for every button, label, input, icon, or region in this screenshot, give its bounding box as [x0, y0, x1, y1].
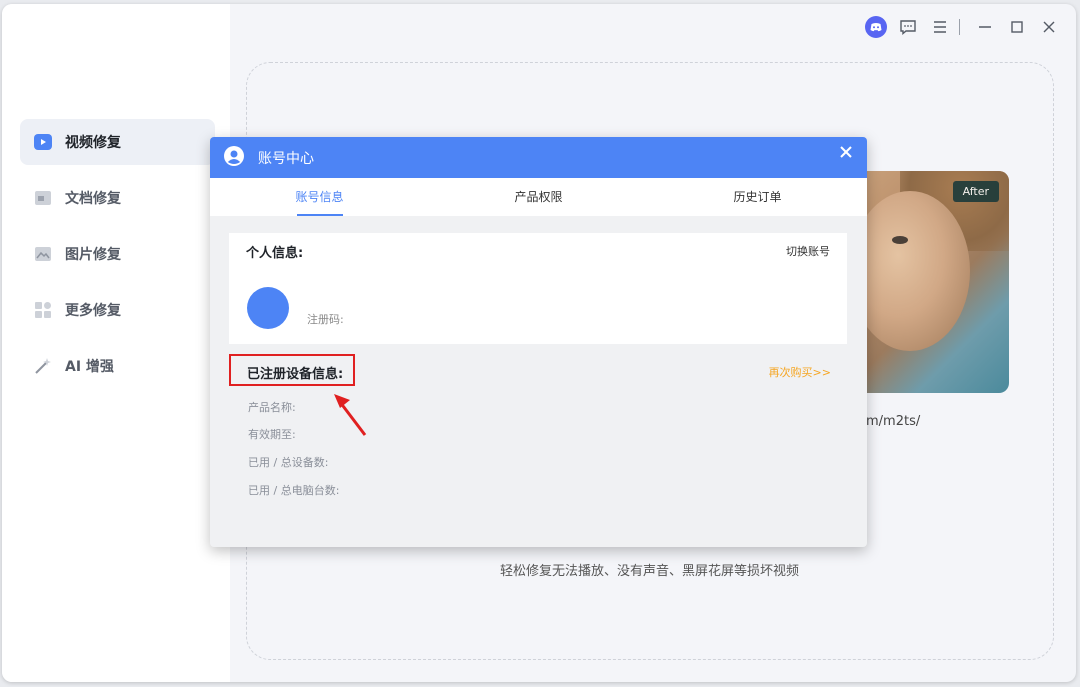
expiry-date-label: 有效期至:	[248, 428, 296, 441]
sidebar: 视频修复 文档修复 图片修复 更多修复 AI 增强	[2, 4, 230, 682]
registered-device-title: 已注册设备信息:	[247, 367, 344, 382]
avatar	[247, 287, 289, 329]
annotation-arrow-icon	[334, 394, 367, 436]
personal-info-card: 个人信息: 切换账号 注册码:	[229, 233, 847, 344]
minimize-icon[interactable]	[972, 14, 998, 40]
rebuy-link[interactable]: 再次购买>>	[769, 364, 831, 380]
dialog-close-icon[interactable]	[837, 143, 855, 161]
close-icon[interactable]	[1036, 14, 1062, 40]
sidebar-item-video-repair[interactable]: 视频修复	[20, 119, 215, 165]
document-repair-icon	[33, 188, 53, 208]
sidebar-item-more-repair[interactable]: 更多修复	[20, 287, 215, 333]
preview-face	[860, 191, 970, 351]
device-count-label: 已用 / 总设备数:	[248, 456, 329, 469]
preview-eye	[892, 236, 908, 244]
video-repair-icon	[33, 132, 53, 152]
after-badge: After	[952, 181, 999, 202]
sidebar-item-label: 图片修复	[65, 247, 121, 263]
dialog-header: 账号中心	[210, 137, 867, 178]
menu-icon[interactable]	[927, 14, 953, 40]
computer-count-label: 已用 / 总电脑台数:	[248, 484, 340, 497]
user-avatar-icon	[224, 145, 244, 170]
sidebar-item-label: AI 增强	[65, 359, 114, 375]
image-repair-icon	[33, 244, 53, 264]
repair-hint-text: 轻松修复无法播放、没有声音、黑屏花屏等损坏视频	[500, 564, 800, 579]
maximize-icon[interactable]	[1004, 14, 1030, 40]
sidebar-item-label: 视频修复	[65, 135, 121, 151]
tab-account-info[interactable]: 账号信息	[210, 178, 429, 216]
sidebar-item-ai-enhance[interactable]: AI 增强	[20, 343, 215, 389]
dialog-title: 账号中心	[258, 150, 314, 167]
personal-info-title: 个人信息:	[246, 246, 304, 261]
tab-order-history[interactable]: 历史订单	[648, 178, 867, 216]
discord-icon[interactable]	[863, 14, 889, 40]
tab-product-permissions[interactable]: 产品权限	[429, 178, 648, 216]
sidebar-item-document-repair[interactable]: 文档修复	[20, 175, 215, 221]
feedback-icon[interactable]	[895, 14, 921, 40]
ai-enhance-icon	[33, 356, 53, 376]
account-center-dialog: 账号中心 账号信息 产品权限 历史订单 个人信息: 切换账号 注册码: 已注册设…	[210, 137, 867, 547]
supported-format-text: m/m2ts/	[866, 414, 921, 429]
after-preview-image: After	[860, 171, 1009, 393]
more-repair-icon	[33, 300, 53, 320]
sidebar-item-label: 文档修复	[65, 191, 121, 207]
switch-account-link[interactable]: 切换账号	[786, 243, 830, 259]
sidebar-item-label: 更多修复	[65, 303, 121, 319]
title-bar-divider	[959, 19, 960, 35]
registration-code-label: 注册码:	[307, 313, 344, 326]
product-name-label: 产品名称:	[248, 401, 296, 414]
dialog-tabs: 账号信息 产品权限 历史订单	[210, 178, 867, 216]
title-bar-controls	[857, 14, 1062, 40]
sidebar-item-image-repair[interactable]: 图片修复	[20, 231, 215, 277]
